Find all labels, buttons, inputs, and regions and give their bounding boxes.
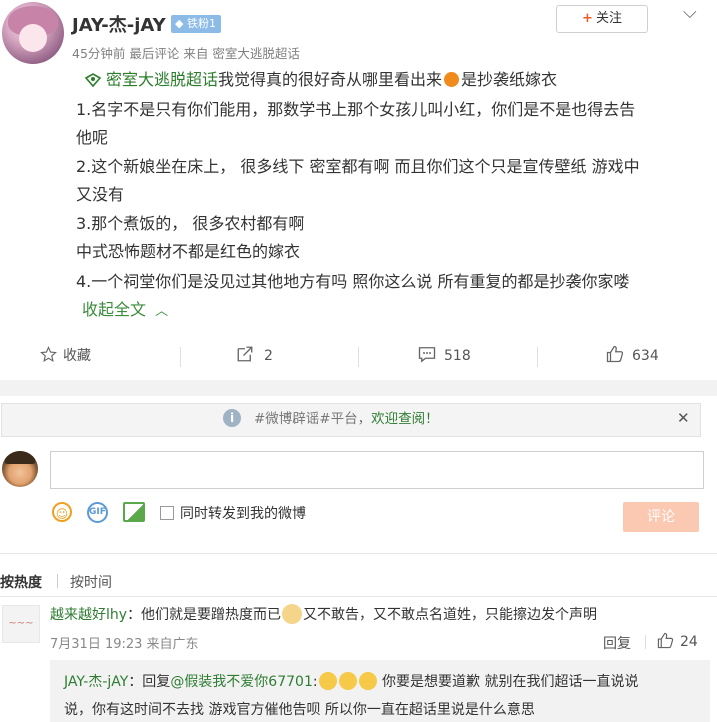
repost-checkbox[interactable] <box>160 506 174 520</box>
post-last-comment: 最后评论 <box>129 46 180 61</box>
topic-link[interactable]: 密室大逃脱超话 <box>84 70 218 89</box>
fan-badge-label: 铁粉1 <box>186 17 216 30</box>
follow-label: 关注 <box>595 11 622 26</box>
post-line-6: 中式恐怖题材不都是红色的嫁衣 <box>76 242 301 261</box>
post-meta: 45分钟前 最后评论 来自 密室大逃脱超话 <box>72 43 300 62</box>
post-line-0-text-b: 是抄袭纸嫁衣 <box>461 70 558 89</box>
post-line-0: 密室大逃脱超话我觉得真的很好奇从哪里看出来 是抄袭纸嫁衣 <box>84 66 557 94</box>
post-source-link[interactable]: 密室大逃脱超话 <box>212 46 300 61</box>
divider <box>180 347 181 367</box>
repost-button[interactable]: 2 <box>236 341 273 371</box>
like-count: 634 <box>632 348 659 364</box>
topic-label: 密室大逃脱超话 <box>106 70 219 89</box>
like-button[interactable]: 634 <box>606 341 659 371</box>
collapse-label: 收起全文 <box>82 300 147 319</box>
reply-line-1: JAY-杰-jAY：回复@假装我不爱你67701: 你要是想要道歉 就别在我们超… <box>64 672 639 690</box>
follow-button[interactable]: + 关注 <box>556 5 648 33</box>
post-line-5: 3.那个煮饭的， 很多农村都有啊 <box>76 214 305 233</box>
reply-text-a: 你要是想要道歉 就别在我们超话一直说说 <box>382 674 639 690</box>
comment-input[interactable] <box>50 451 704 489</box>
star-icon <box>40 346 57 363</box>
author-name[interactable]: JAY-杰-jAY <box>72 11 166 37</box>
close-icon[interactable]: ✕ <box>677 409 690 427</box>
my-avatar[interactable] <box>2 451 38 487</box>
divider <box>0 596 717 597</box>
author-avatar[interactable] <box>2 2 64 64</box>
section-divider <box>0 380 717 396</box>
comment-count: 518 <box>444 348 471 364</box>
post-from: 来自 <box>183 46 209 61</box>
comment-like-count: 24 <box>680 634 698 650</box>
crying-emoji-icon <box>358 672 377 690</box>
reply-button[interactable]: 回复 <box>603 633 631 653</box>
post-line-2: 他呢 <box>76 128 109 147</box>
collapse-button[interactable]: 收起全文 ︿ <box>82 296 168 326</box>
orange-emoji-icon <box>444 72 460 87</box>
image-icon[interactable] <box>123 502 145 522</box>
comment-icon <box>418 347 436 363</box>
sort-by-time-tab[interactable]: 按时间 <box>70 572 112 592</box>
sort-by-hot-tab[interactable]: 按热度 <box>0 572 42 592</box>
comment-date: 7月31日 19:23 来自广东 <box>50 637 199 652</box>
repost-icon <box>237 346 253 362</box>
favorite-label: 收藏 <box>63 348 91 364</box>
post-line-7: 4.一个祠堂你们是没见过其他地方有吗 照你这么说 所有重复的都是抄袭你家喽 <box>76 272 630 291</box>
supertopic-icon <box>84 73 102 88</box>
comment-text-a: ：他们就是要蹭热度而已 <box>127 607 282 623</box>
thumbs-up-icon <box>657 632 674 649</box>
chevron-up-icon: ︿ <box>155 304 169 319</box>
notice-prefix: #微博辟谣#平台， <box>254 411 372 427</box>
repost-checkbox-label: 同时转发到我的微博 <box>180 506 306 522</box>
comment-text: 越来越好lhy：他们就是要蹭热度而已 又不敢告，又不敢点名道姓，只能擦边发个声明 <box>50 604 597 625</box>
info-icon: i <box>223 409 241 427</box>
divider <box>358 347 359 367</box>
reply-word: ：回复 <box>128 674 171 690</box>
comment-like-button[interactable]: 24 <box>657 632 698 650</box>
favorite-button[interactable]: 收藏 <box>40 341 91 371</box>
crying-emoji-icon <box>318 672 337 690</box>
notice-highlight: 欢迎查阅！ <box>371 411 439 427</box>
divider <box>537 347 538 367</box>
thumbs-up-icon <box>606 345 624 363</box>
commenter-avatar[interactable]: ~~~ <box>2 605 40 643</box>
emoji-icon[interactable]: ☺ <box>52 502 72 522</box>
rumor-notice-text[interactable]: #微博辟谣#平台，欢迎查阅！ <box>254 409 439 429</box>
divider <box>645 635 646 649</box>
post-line-1: 1.名字不是只有你们能用，那数学书上那个女孩儿叫小红，你们是不是也得去告 <box>76 100 636 119</box>
post-line-4: 又没有 <box>76 185 125 204</box>
fan-badge[interactable]: ◆ 铁粉1 <box>171 15 221 33</box>
commenter-name[interactable]: 越来越好lhy <box>50 607 127 623</box>
reply-author-name[interactable]: JAY-杰-jAY <box>64 674 128 690</box>
post-time: 45分钟前 <box>72 46 126 61</box>
comment-text-b: 又不敢告，又不敢点名道姓，只能擦边发个声明 <box>303 607 598 623</box>
divider <box>0 553 717 554</box>
comment-button[interactable]: 518 <box>418 341 471 371</box>
chevron-down-icon[interactable]: ⌵ <box>683 2 697 23</box>
repost-count: 2 <box>264 348 273 364</box>
reply-line-2: 说，你有这时间不去找 游戏官方催他告呗 所以你一直在超话里说是什么意思 <box>64 702 535 718</box>
divider <box>57 574 58 588</box>
post-line-3: 2.这个新娘坐在床上， 很多线下 密室都有啊 而且你们这个只是宣传壁纸 游戏中 <box>76 157 640 176</box>
reply-mention-link[interactable]: @假装我不爱你67701 <box>170 674 313 690</box>
post-line-0-text-a: 我觉得真的很好奇从哪里看出来 <box>218 70 443 89</box>
gif-icon[interactable]: GIF <box>87 502 108 523</box>
doge-emoji-icon <box>282 604 303 624</box>
crying-emoji-icon <box>338 672 357 690</box>
submit-comment-button[interactable]: 评论 <box>623 502 699 532</box>
plus-icon: + <box>582 11 593 26</box>
